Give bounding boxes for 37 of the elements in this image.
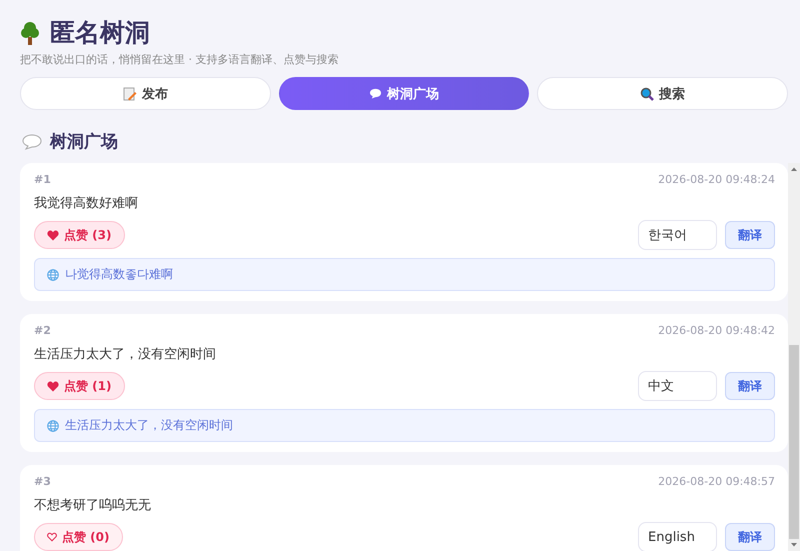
post-text: 不想考研了呜呜无无: [34, 497, 152, 514]
heart-icon: [47, 380, 59, 392]
post-text: 生活压力太大了，没有空闲时间: [34, 346, 217, 363]
app-subtitle: 把不敢说出口的话，悄悄留在这里 · 支持多语言翻译、点赞与搜索: [20, 52, 340, 67]
language-select[interactable]: 한국어: [638, 220, 717, 250]
post-time: 2026-08-20 09:48:42: [658, 324, 775, 337]
post-time: 2026-08-20 09:48:24: [658, 173, 775, 186]
like-button[interactable]: 点赞 (3): [34, 221, 124, 249]
memo-pencil-icon: [122, 86, 137, 100]
heart-icon: [47, 532, 57, 542]
app-title: 匿名树洞: [50, 17, 150, 49]
search-icon: [640, 86, 654, 100]
translate-button[interactable]: 翻译: [725, 372, 775, 400]
post-number: #2: [34, 324, 51, 337]
speech-bubble-icon: [368, 88, 382, 99]
heart-icon: [47, 230, 59, 240]
nav-tab[interactable]: 树洞广场: [278, 77, 530, 110]
language-select[interactable]: 中文: [638, 371, 717, 401]
post-number: #3: [34, 475, 51, 488]
translate-button[interactable]: 翻译: [725, 523, 775, 551]
like-button[interactable]: 点赞 (1): [34, 372, 124, 400]
globe-icon: [47, 420, 59, 432]
post-number: #1: [34, 173, 51, 186]
tree-icon: [20, 21, 40, 45]
like-button[interactable]: 点赞 (0): [34, 523, 122, 551]
translation-text: 나觉得高数좋다难啊: [65, 266, 173, 283]
translation-text: 生活压力太大了，没有空闲时间: [65, 417, 233, 434]
post-time: 2026-08-20 09:48:57: [658, 475, 775, 488]
translate-button[interactable]: 翻译: [725, 221, 775, 249]
speech-bubble-icon: [22, 134, 42, 150]
nav-tab[interactable]: 搜索: [537, 77, 788, 110]
language-select[interactable]: English: [638, 522, 717, 551]
post-text: 我觉得高数好难啊: [34, 195, 139, 212]
section-title: 树洞广场: [50, 131, 118, 153]
scrollbar[interactable]: [788, 163, 800, 551]
globe-icon: [47, 268, 59, 280]
nav-tab[interactable]: 发布: [20, 77, 271, 110]
